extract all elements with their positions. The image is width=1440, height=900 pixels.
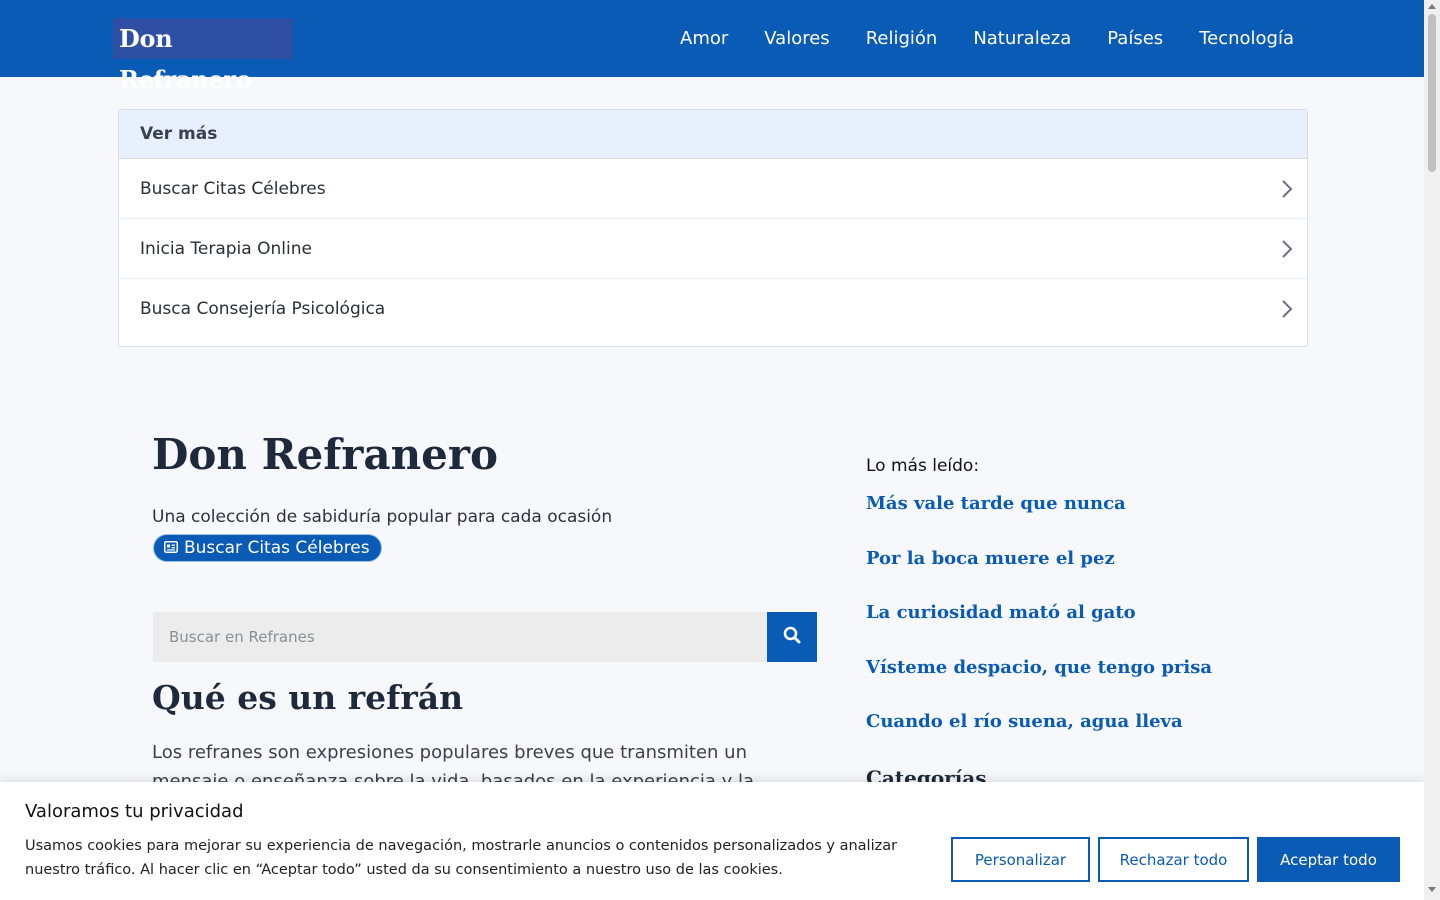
page-scrollbar[interactable] — [1424, 0, 1440, 900]
id-card-icon — [164, 538, 178, 558]
tagline: Una colección de sabiduría popular para … — [152, 507, 613, 527]
search-quotes-button[interactable]: Buscar Citas Célebres — [153, 534, 382, 562]
see-more-item[interactable]: Inicia Terapia Online — [119, 219, 1307, 279]
nav-item-religion[interactable]: Religión — [866, 28, 938, 49]
chevron-right-icon — [1267, 239, 1307, 259]
nav-item-naturaleza[interactable]: Naturaleza — [973, 28, 1071, 49]
chevron-right-icon — [1267, 299, 1307, 319]
page-title: Don Refranero — [152, 430, 499, 479]
most-read-title: Lo más leído: — [866, 456, 980, 476]
most-read-link[interactable]: La curiosidad mató al gato — [866, 599, 1212, 654]
see-more-item-label: Buscar Citas Célebres — [140, 178, 326, 199]
nav-item-amor[interactable]: Amor — [680, 28, 728, 49]
search-input[interactable] — [153, 612, 767, 662]
chevron-right-icon — [1267, 179, 1307, 199]
see-more-item[interactable]: Buscar Citas Célebres — [119, 159, 1307, 219]
cookie-title: Valoramos tu privacidad — [25, 801, 244, 822]
see-more-item-label: Busca Consejería Psicológica — [140, 299, 386, 319]
see-more-title: Ver más — [119, 110, 1307, 159]
main-nav: Amor Valores Religión Naturaleza Países … — [644, 0, 1294, 77]
see-more-card: Ver más Buscar Citas Célebres Inicia Ter… — [118, 109, 1308, 347]
nav-item-valores[interactable]: Valores — [764, 28, 829, 49]
accept-all-button[interactable]: Aceptar todo — [1257, 837, 1400, 882]
scroll-up-arrow-icon[interactable] — [1428, 4, 1436, 9]
most-read-link[interactable]: Más vale tarde que nunca — [866, 490, 1212, 545]
customize-button[interactable]: Personalizar — [951, 837, 1090, 882]
see-more-item[interactable]: Busca Consejería Psicológica — [119, 279, 1307, 339]
cookie-text: Usamos cookies para mejorar su experienc… — [25, 838, 898, 878]
nav-item-tecnologia[interactable]: Tecnología — [1199, 28, 1294, 49]
most-read-link[interactable]: Vísteme despacio, que tengo prisa — [866, 654, 1212, 709]
search-quotes-label: Buscar Citas Célebres — [184, 538, 370, 558]
scroll-thumb[interactable] — [1428, 14, 1436, 172]
search-button[interactable] — [767, 612, 817, 662]
most-read-list: Más vale tarde que nunca Por la boca mue… — [866, 490, 1212, 763]
see-more-item-label: Inicia Terapia Online — [140, 238, 312, 259]
most-read-link[interactable]: Cuando el río suena, agua lleva — [866, 708, 1212, 763]
most-read-link[interactable]: Por la boca muere el pez — [866, 545, 1212, 600]
search-icon — [783, 626, 801, 648]
nav-item-paises[interactable]: Países — [1107, 28, 1163, 49]
site-header: Don Refranero Amor Valores Religión Natu… — [0, 0, 1424, 94]
site-logo[interactable]: Don Refranero — [113, 18, 293, 94]
scroll-down-arrow-icon[interactable] — [1428, 887, 1436, 892]
section-title: Qué es un refrán — [152, 678, 464, 717]
reject-all-button[interactable]: Rechazar todo — [1098, 837, 1249, 882]
cookie-banner: Valoramos tu privacidad Usamos cookies p… — [0, 782, 1424, 900]
search-form — [153, 612, 817, 662]
